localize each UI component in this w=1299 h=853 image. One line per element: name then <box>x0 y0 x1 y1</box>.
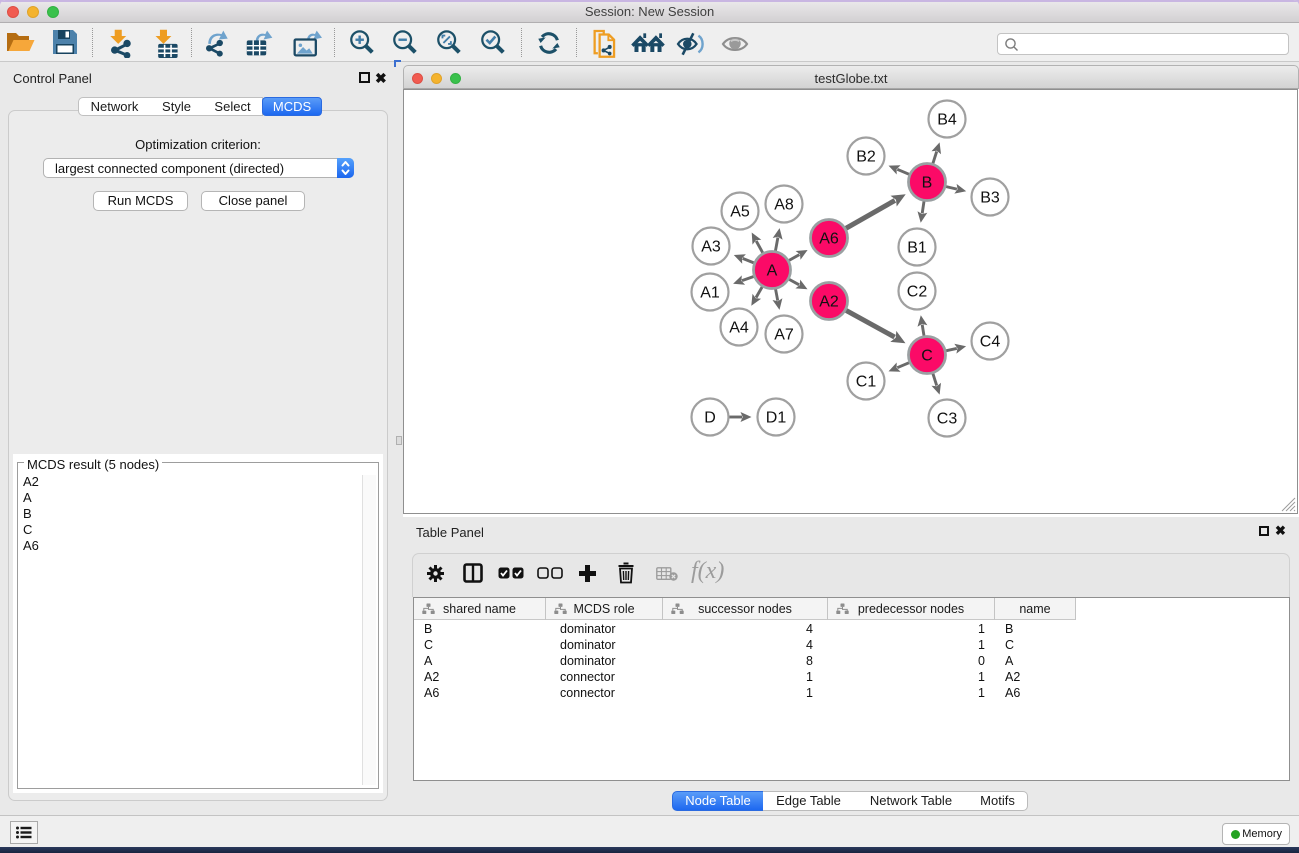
svg-text:A7: A7 <box>774 327 794 344</box>
svg-text:A2: A2 <box>819 294 839 311</box>
svg-text:C2: C2 <box>907 284 928 301</box>
svg-text:B2: B2 <box>856 149 876 166</box>
svg-text:A6: A6 <box>819 231 839 248</box>
svg-text:A8: A8 <box>774 197 794 214</box>
svg-text:D1: D1 <box>766 410 787 427</box>
svg-text:A5: A5 <box>730 204 750 221</box>
svg-text:B3: B3 <box>980 190 1000 207</box>
svg-text:A: A <box>767 263 778 280</box>
svg-text:B4: B4 <box>937 112 957 129</box>
svg-text:A4: A4 <box>729 320 749 337</box>
svg-text:C: C <box>921 348 933 365</box>
svg-text:C1: C1 <box>856 374 877 391</box>
svg-text:B1: B1 <box>907 240 927 257</box>
svg-text:A3: A3 <box>701 239 721 256</box>
svg-text:A1: A1 <box>700 285 720 302</box>
svg-text:C4: C4 <box>980 334 1001 351</box>
svg-text:C3: C3 <box>937 411 958 428</box>
svg-text:B: B <box>922 175 933 192</box>
svg-text:D: D <box>704 410 716 427</box>
